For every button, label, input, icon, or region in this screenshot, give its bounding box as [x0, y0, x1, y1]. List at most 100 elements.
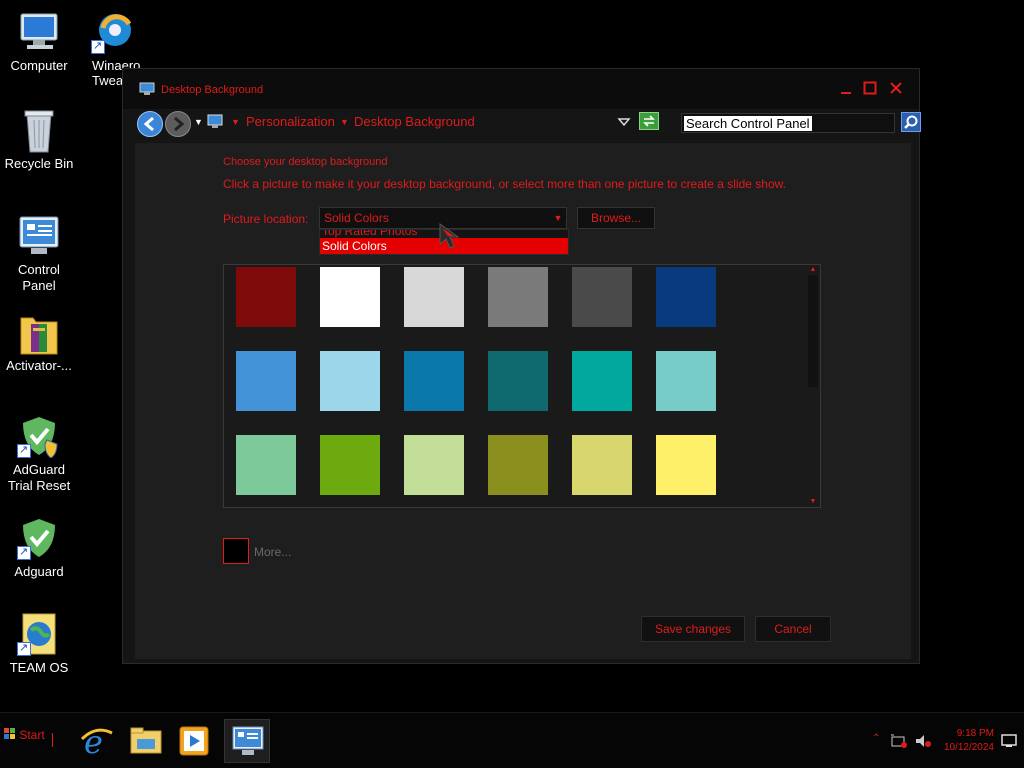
picture-location-value: Solid Colors [324, 211, 389, 225]
shortcut-arrow-icon [17, 640, 31, 656]
start-label: Start [19, 728, 45, 742]
color-swatch[interactable] [572, 267, 632, 327]
color-swatch[interactable] [572, 435, 632, 495]
start-separator [52, 733, 53, 747]
desktop-icon-label: Control Panel [18, 262, 60, 293]
browse-button[interactable]: Browse... [577, 207, 655, 229]
color-swatch[interactable] [488, 435, 548, 495]
color-swatch[interactable] [236, 351, 296, 411]
globe-document-icon [17, 612, 61, 656]
desktop-icon-label: Adguard [14, 564, 64, 579]
desktop-icon-computer[interactable]: Computer [0, 10, 78, 74]
breadcrumb-desktop-background[interactable]: Desktop Background [354, 114, 475, 129]
color-swatch[interactable] [404, 435, 464, 495]
desktop-icon-label: Computer [10, 58, 68, 73]
color-swatch[interactable] [320, 351, 380, 411]
desktop-icon-recycle-bin[interactable]: Recycle Bin [0, 108, 78, 172]
shortcut-arrow-icon [17, 442, 31, 458]
winaero-tweaker-icon [91, 10, 135, 54]
adguard-shield-icon [17, 414, 61, 459]
cancel-button[interactable]: Cancel [755, 616, 831, 642]
scroll-down-icon[interactable]: ▼ [806, 497, 820, 507]
clock-time: 9:18 PM [956, 728, 994, 739]
volume-muted-icon[interactable] [914, 733, 932, 749]
clock-date: 10/12/2024 [943, 742, 994, 753]
color-swatch[interactable] [236, 267, 296, 327]
chevron-down-icon[interactable]: ▼ [550, 208, 566, 228]
color-swatch[interactable] [320, 267, 380, 327]
archive-folder-icon [17, 310, 61, 355]
color-swatch[interactable] [404, 351, 464, 411]
picture-location-label: Picture location: [223, 212, 309, 226]
windows-logo-icon [4, 728, 16, 740]
navigation-bar: ▼ ▼ Personalization ▼ Desktop Background… [135, 109, 921, 139]
desktop-icon-adguard[interactable]: Adguard [0, 516, 78, 580]
dropdown-option-top-rated-photos[interactable]: Top Rated Photos [322, 230, 417, 238]
instruction-text: Click a picture to make it your desktop … [223, 177, 786, 191]
minimize-button[interactable] [837, 81, 855, 97]
color-swatch[interactable] [404, 267, 464, 327]
content-panel: Choose your desktop background Click a p… [135, 143, 911, 659]
internet-explorer-icon[interactable]: e [78, 723, 114, 761]
breadcrumb-separator-icon[interactable]: ▼ [340, 117, 349, 127]
search-placeholder: Search Control Panel [684, 116, 812, 131]
desktop-icon-adguard-trial-reset[interactable]: AdGuard Trial Reset [0, 414, 78, 494]
forward-button[interactable] [165, 111, 191, 137]
back-button[interactable] [137, 111, 163, 137]
search-input[interactable]: Search Control Panel [681, 113, 895, 133]
color-swatch[interactable] [572, 351, 632, 411]
color-swatch[interactable] [488, 267, 548, 327]
desktop-icon-label: Activator-... [6, 358, 72, 373]
save-changes-button[interactable]: Save changes [641, 616, 745, 642]
more-color-swatch[interactable] [223, 538, 249, 564]
address-dropdown-icon[interactable] [617, 115, 631, 129]
taskbar: Start e ⌃ 9:18 PM 10/12/2024 [0, 712, 1024, 768]
page-heading: Choose your desktop background [223, 156, 388, 168]
maximize-button[interactable] [861, 81, 879, 97]
search-icon[interactable] [901, 112, 921, 132]
svg-text:e: e [84, 723, 103, 759]
desktop-icon-label: Recycle Bin [4, 156, 74, 171]
color-swatch[interactable] [236, 435, 296, 495]
action-center-icon[interactable] [890, 733, 908, 749]
breadcrumb-separator-icon[interactable]: ▼ [231, 117, 240, 127]
close-button[interactable] [887, 81, 905, 97]
show-hidden-icons-icon[interactable]: ⌃ [872, 733, 880, 744]
desktop: Computer Winaero Twea Recycle Bin [0, 0, 1024, 712]
desktop-icon-label: AdGuard Trial Reset [7, 462, 71, 493]
system-clock[interactable]: 9:18 PM 10/12/2024 [942, 727, 994, 755]
color-swatch-gallery: ▲ ▼ [223, 264, 821, 508]
refresh-icon[interactable] [639, 112, 659, 130]
more-colors-link[interactable]: More... [254, 545, 291, 559]
color-swatch[interactable] [656, 435, 716, 495]
shortcut-arrow-icon [17, 544, 31, 560]
control-panel-icon [17, 214, 61, 258]
adguard-shield-icon [17, 516, 61, 560]
desktop-icon-label: TEAM OS [9, 660, 69, 675]
file-explorer-icon[interactable] [128, 723, 164, 759]
desktop-icon-team-os[interactable]: TEAM OS [0, 612, 78, 676]
history-dropdown-icon[interactable]: ▼ [194, 117, 203, 127]
color-swatch[interactable] [656, 267, 716, 327]
window-titlebar[interactable]: Desktop Background [123, 69, 919, 109]
desktop-background-window: Desktop Background ▼ ▼ Personalization ▼… [122, 68, 921, 664]
computer-icon [17, 10, 61, 54]
control-panel-small-icon [207, 114, 223, 130]
window-icon [139, 82, 155, 96]
desktop-icon-activator[interactable]: Activator-... [0, 310, 78, 374]
scroll-thumb[interactable] [808, 275, 818, 387]
desktop-icon-control-panel[interactable]: Control Panel [0, 214, 78, 294]
recycle-bin-icon [17, 108, 61, 153]
gallery-scrollbar[interactable]: ▲ ▼ [806, 265, 820, 507]
window-title: Desktop Background [161, 84, 264, 96]
color-swatch[interactable] [656, 351, 716, 411]
mouse-cursor-icon [438, 222, 464, 250]
scroll-up-icon[interactable]: ▲ [806, 265, 820, 275]
color-swatch[interactable] [320, 435, 380, 495]
control-panel-taskbar-icon[interactable] [224, 719, 270, 763]
breadcrumb-personalization[interactable]: Personalization [246, 114, 335, 129]
start-button[interactable]: Start [4, 728, 45, 742]
show-desktop-icon[interactable] [1000, 733, 1018, 749]
color-swatch[interactable] [488, 351, 548, 411]
media-player-icon[interactable] [176, 723, 212, 759]
